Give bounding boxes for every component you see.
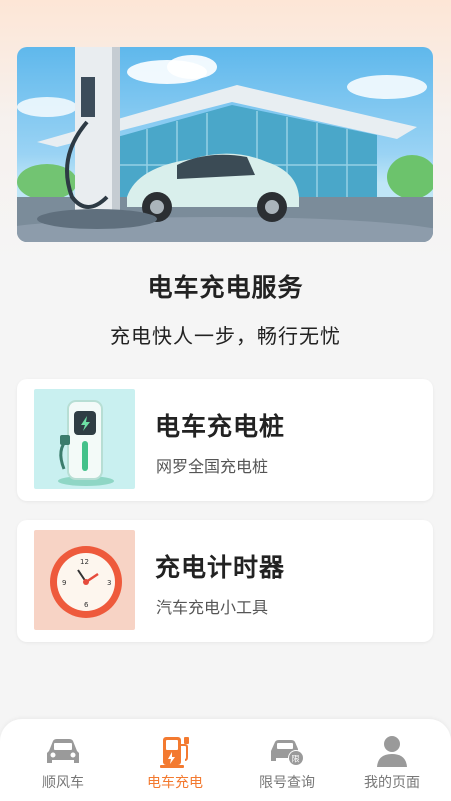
tab-ev-charging[interactable]: 电车充电 xyxy=(119,719,231,801)
page-title: 电车充电服务 xyxy=(147,273,304,302)
bottom-tab-bar: 顺风车 电车充电 限 限号查询 我的页面 xyxy=(0,719,451,801)
svg-text:3: 3 xyxy=(107,579,111,587)
svg-text:6: 6 xyxy=(84,601,89,609)
svg-text:限: 限 xyxy=(292,755,300,764)
card-title: 电车充电桩 xyxy=(155,412,286,441)
tab-label: 顺风车 xyxy=(42,775,84,791)
ev-charging-station-illustration xyxy=(17,47,433,242)
card-subtitle: 网罗全国充电桩 xyxy=(156,457,269,476)
user-icon xyxy=(372,733,412,769)
charger-icon xyxy=(155,733,195,769)
tab-carpool[interactable]: 顺风车 xyxy=(7,719,119,801)
svg-text:9: 9 xyxy=(62,579,66,587)
card-title: 充电计时器 xyxy=(155,553,286,582)
tab-label: 电车充电 xyxy=(147,775,203,791)
restricted-car-icon: 限 xyxy=(267,733,307,769)
tab-label: 我的页面 xyxy=(364,775,420,791)
hero-banner xyxy=(17,47,433,242)
page-subtitle: 充电快人一步，畅行无忧 xyxy=(110,324,341,348)
tab-label: 限号查询 xyxy=(259,775,315,791)
charging-pile-icon xyxy=(34,389,135,489)
charging-pile-card[interactable]: 电车充电桩 网罗全国充电桩 xyxy=(17,379,433,501)
car-icon xyxy=(43,733,83,769)
charge-timer-card[interactable]: 12 3 6 9 充电计时器 汽车充电小工具 xyxy=(17,520,433,642)
svg-text:12: 12 xyxy=(80,558,89,566)
card-subtitle: 汽车充电小工具 xyxy=(156,598,269,617)
alarm-clock-icon: 12 3 6 9 xyxy=(34,530,135,630)
tab-plate-restriction[interactable]: 限 限号查询 xyxy=(231,719,343,801)
tab-my-page[interactable]: 我的页面 xyxy=(336,719,448,801)
